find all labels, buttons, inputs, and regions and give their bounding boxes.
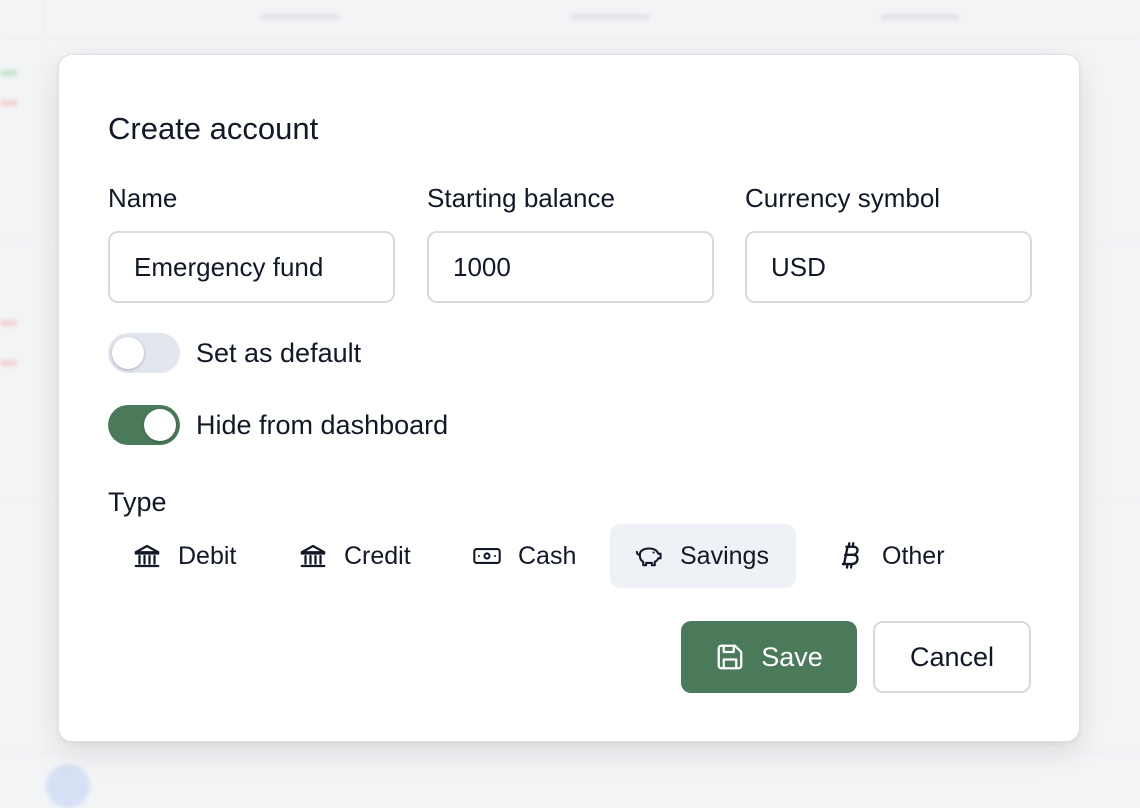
bg-divider — [44, 0, 45, 792]
toggle-knob — [144, 409, 176, 441]
create-account-dialog: Create account Name Starting balance Cur… — [58, 54, 1080, 742]
cancel-button[interactable]: Cancel — [873, 621, 1031, 693]
type-option-debit[interactable]: Debit — [108, 524, 260, 588]
save-button[interactable]: Save — [681, 621, 857, 693]
name-input[interactable] — [108, 231, 395, 303]
type-option-label: Credit — [344, 541, 411, 570]
hide-dashboard-toggle[interactable] — [108, 405, 180, 445]
bank-icon — [298, 541, 328, 571]
bg-mark — [880, 14, 960, 20]
bg-mark — [260, 14, 340, 20]
type-option-label: Savings — [680, 541, 769, 570]
type-option-label: Cash — [518, 541, 577, 570]
bg-mark — [0, 320, 18, 326]
type-option-savings[interactable]: Savings — [610, 524, 796, 588]
hide-dashboard-row: Hide from dashboard — [108, 405, 448, 445]
bg-mark — [0, 360, 18, 366]
name-label: Name — [108, 183, 178, 213]
bg-avatar — [46, 764, 90, 808]
starting-balance-field: Starting balance — [427, 183, 714, 303]
cancel-label: Cancel — [909, 641, 995, 672]
set-default-label: Set as default — [196, 337, 362, 368]
bg-divider — [0, 752, 1140, 753]
type-option-label: Other — [882, 541, 945, 570]
type-option-cash[interactable]: Cash — [448, 524, 600, 588]
bg-mark — [0, 100, 18, 106]
hide-dashboard-label: Hide from dashboard — [196, 409, 449, 440]
starting-balance-input[interactable] — [427, 231, 714, 303]
type-option-credit[interactable]: Credit — [274, 524, 435, 588]
bg-mark — [0, 70, 18, 76]
type-option-label: Debit — [178, 541, 237, 570]
starting-balance-label: Starting balance — [427, 183, 615, 213]
save-label: Save — [761, 641, 823, 672]
toggle-knob — [112, 337, 144, 369]
set-default-toggle[interactable] — [108, 333, 180, 373]
bg-divider — [0, 38, 1140, 39]
type-label: Type — [108, 487, 167, 517]
cash-icon — [472, 541, 502, 571]
name-field: Name — [108, 183, 395, 303]
bg-mark — [570, 14, 650, 20]
currency-symbol-label: Currency symbol — [745, 183, 941, 213]
bank-icon — [132, 541, 162, 571]
currency-symbol-field: Currency symbol — [745, 183, 1032, 303]
piggy-bank-icon — [634, 541, 664, 571]
dialog-title: Create account — [108, 111, 319, 146]
save-icon — [715, 642, 745, 672]
type-option-other[interactable]: Other — [812, 524, 969, 588]
bitcoin-icon — [836, 541, 866, 571]
currency-symbol-input[interactable] — [745, 231, 1032, 303]
set-default-row: Set as default — [108, 333, 361, 373]
